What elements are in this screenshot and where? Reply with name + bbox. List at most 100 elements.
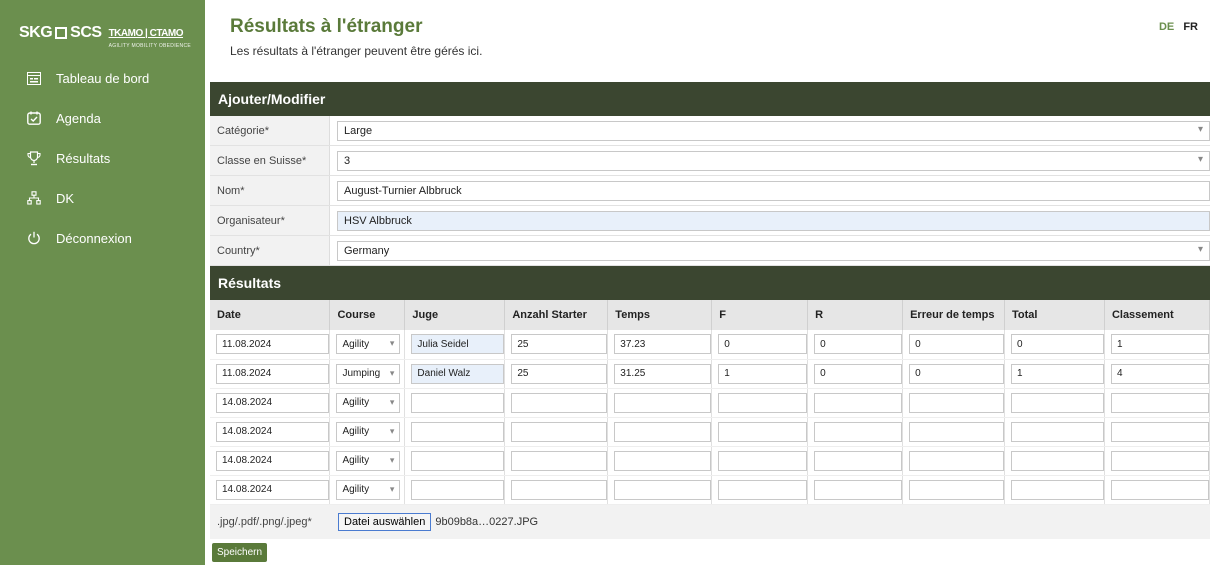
table-cell (1104, 475, 1210, 505)
rank-input[interactable]: 4 (1110, 363, 1209, 384)
rank-input[interactable]: 1 (1110, 334, 1209, 355)
date-input[interactable]: 14.08.2024 (216, 392, 330, 413)
col-rank: Classement (1104, 300, 1210, 330)
judge-input[interactable] (411, 421, 505, 442)
time-error-input[interactable]: 0 (909, 363, 1005, 384)
table-cell: Agility (329, 475, 406, 505)
logo: SKG SCS TKAMO | CTAMO AGILITY MOBILITY O… (0, 0, 205, 58)
table-cell (607, 475, 713, 505)
choose-file-button[interactable]: Datei auswählen (338, 512, 432, 531)
starters-input[interactable]: 25 (511, 363, 608, 384)
course-select[interactable]: Jumping (336, 363, 401, 384)
f-input[interactable] (718, 479, 808, 500)
table-cell (807, 388, 904, 418)
name-input[interactable]: August-Turnier Albbruck (337, 180, 1210, 201)
sidebar-item-results[interactable]: Résultats (0, 138, 205, 178)
category-select[interactable]: Large (337, 120, 1210, 141)
judge-input[interactable] (411, 479, 505, 500)
rank-input[interactable] (1110, 479, 1209, 500)
logo-tkamo: TKAMO | CTAMO (108, 27, 184, 39)
table-cell (607, 417, 713, 447)
table-cell (504, 417, 609, 447)
course-select[interactable]: Agility (336, 479, 401, 500)
class-label: Classe en Suisse* (210, 146, 330, 175)
r-input[interactable] (814, 421, 903, 442)
date-input[interactable]: 11.08.2024 (216, 334, 330, 355)
lang-fr-link[interactable]: FR (1183, 21, 1198, 33)
time-error-input[interactable] (909, 450, 1005, 471)
time-input[interactable] (614, 421, 712, 442)
sidebar-item-logout[interactable]: Déconnexion (0, 218, 205, 258)
form-row-class: Classe en Suisse* 3 (210, 146, 1210, 176)
table-cell (1104, 446, 1210, 476)
page-subtitle: Les résultats à l'étranger peuvent être … (230, 44, 483, 58)
class-select[interactable]: 3 (337, 150, 1210, 171)
f-input[interactable]: 0 (718, 334, 808, 355)
rank-input[interactable] (1110, 450, 1209, 471)
r-input[interactable]: 0 (814, 363, 903, 384)
total-input[interactable] (1011, 450, 1104, 471)
date-input[interactable]: 14.08.2024 (216, 421, 330, 442)
starters-input[interactable]: 25 (511, 334, 608, 355)
date-input[interactable]: 14.08.2024 (216, 450, 330, 471)
table-cell: Jumping (329, 359, 406, 389)
total-input[interactable]: 0 (1011, 334, 1104, 355)
page-title: Résultats à l'étranger (230, 16, 423, 37)
col-date: Date (210, 300, 331, 330)
course-select[interactable]: Agility (336, 450, 401, 471)
time-input[interactable] (614, 450, 712, 471)
course-select[interactable]: Agility (336, 421, 401, 442)
date-input[interactable]: 14.08.2024 (216, 479, 330, 500)
country-select[interactable]: Germany (337, 240, 1210, 261)
table-cell: 14.08.2024 (210, 388, 331, 418)
starters-input[interactable] (511, 450, 608, 471)
f-input[interactable] (718, 421, 808, 442)
starters-input[interactable] (511, 479, 608, 500)
r-input[interactable] (814, 450, 903, 471)
total-input[interactable]: 1 (1011, 363, 1104, 384)
total-input[interactable] (1011, 421, 1104, 442)
judge-input[interactable] (411, 392, 505, 413)
r-input[interactable] (814, 479, 903, 500)
table-cell (1104, 388, 1210, 418)
judge-input[interactable] (411, 450, 505, 471)
time-error-input[interactable]: 0 (909, 334, 1005, 355)
total-input[interactable] (1011, 392, 1104, 413)
rank-input[interactable] (1110, 392, 1209, 413)
sidebar-item-dk[interactable]: DK (0, 178, 205, 218)
time-error-input[interactable] (909, 392, 1005, 413)
form-row-name: Nom* August-Turnier Albbruck (210, 176, 1210, 206)
judge-input[interactable]: Julia Seidel (411, 334, 505, 355)
time-input[interactable]: 37.23 (614, 334, 712, 355)
table-cell: 14.08.2024 (210, 446, 331, 476)
table-cell: 1 (1104, 330, 1210, 360)
f-input[interactable]: 1 (718, 363, 808, 384)
rank-input[interactable] (1110, 421, 1209, 442)
time-input[interactable]: 31.25 (614, 363, 712, 384)
r-input[interactable]: 0 (814, 334, 903, 355)
table-cell (607, 446, 713, 476)
starters-input[interactable] (511, 392, 608, 413)
sidebar: SKG SCS TKAMO | CTAMO AGILITY MOBILITY O… (0, 0, 205, 565)
organizer-input[interactable]: HSV Albbruck (337, 210, 1210, 231)
table-cell (504, 388, 609, 418)
f-input[interactable] (718, 450, 808, 471)
sidebar-item-dashboard[interactable]: Tableau de bord (0, 58, 205, 98)
course-select[interactable]: Agility (336, 392, 401, 413)
time-error-input[interactable] (909, 421, 1005, 442)
table-cell (404, 446, 506, 476)
total-input[interactable] (1011, 479, 1104, 500)
r-input[interactable] (814, 392, 903, 413)
file-label: .jpg/.pdf/.png/.jpeg* (217, 515, 312, 528)
starters-input[interactable] (511, 421, 608, 442)
lang-de-link[interactable]: DE (1159, 21, 1174, 33)
time-error-input[interactable] (909, 479, 1005, 500)
time-input[interactable] (614, 479, 712, 500)
save-button[interactable]: Speichern (212, 542, 268, 562)
date-input[interactable]: 11.08.2024 (216, 363, 330, 384)
judge-input[interactable]: Daniel Walz (411, 363, 505, 384)
sidebar-item-agenda[interactable]: Agenda (0, 98, 205, 138)
f-input[interactable] (718, 392, 808, 413)
time-input[interactable] (614, 392, 712, 413)
course-select[interactable]: Agility (336, 334, 401, 355)
